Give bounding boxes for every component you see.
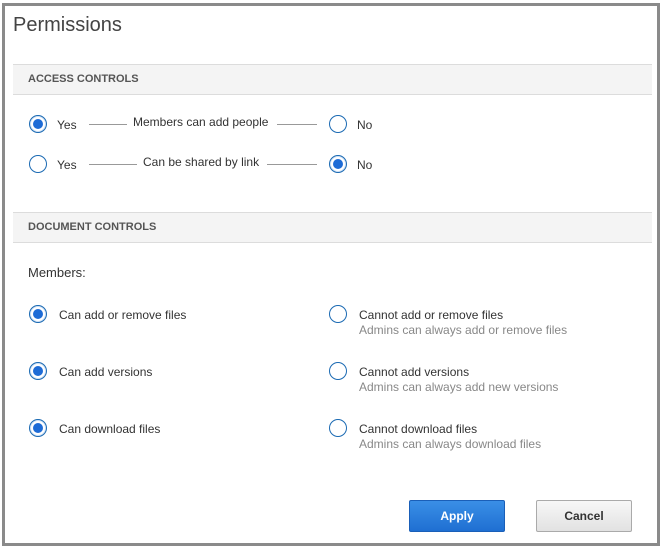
shared-by-link-yes-radio[interactable] xyxy=(29,155,47,173)
add-remove-files-allow-radio[interactable] xyxy=(29,305,47,323)
download-files-deny-label: Cannot download files xyxy=(359,422,478,436)
members-add-people-yes-label: Yes xyxy=(57,118,77,132)
download-files-allow-label: Can download files xyxy=(59,422,161,436)
add-versions-deny-label: Cannot add versions xyxy=(359,365,470,379)
add-remove-files-deny-label: Cannot add or remove files xyxy=(359,308,504,322)
add-versions-allow-radio[interactable] xyxy=(29,362,47,380)
cancel-button[interactable]: Cancel xyxy=(536,500,632,532)
permissions-dialog: Permissions ACCESS CONTROLS Yes Members … xyxy=(2,3,660,546)
members-add-people-no-radio[interactable] xyxy=(329,115,347,133)
download-files-deny-radio[interactable] xyxy=(329,419,347,437)
members-add-people-no-label: No xyxy=(357,118,373,132)
divider-line xyxy=(89,124,127,125)
add-remove-files-deny-note: Admins can always add or remove files xyxy=(359,323,568,337)
dialog-title: Permissions xyxy=(13,14,122,36)
members-add-people-label: Members can add people xyxy=(133,115,269,129)
add-versions-allow-label: Can add versions xyxy=(59,365,153,379)
members-add-people-yes-radio[interactable] xyxy=(29,115,47,133)
divider-line xyxy=(277,124,317,125)
add-remove-files-deny-radio[interactable] xyxy=(329,305,347,323)
divider-line xyxy=(267,164,317,165)
access-controls-title: ACCESS CONTROLS xyxy=(28,73,139,85)
apply-button[interactable]: Apply xyxy=(409,500,505,532)
document-controls-title: DOCUMENT CONTROLS xyxy=(28,221,157,233)
document-controls-header: DOCUMENT CONTROLS xyxy=(13,212,652,243)
shared-by-link-label: Can be shared by link xyxy=(143,155,260,169)
add-versions-deny-note: Admins can always add new versions xyxy=(359,380,559,394)
shared-by-link-no-label: No xyxy=(357,158,373,172)
shared-by-link-yes-label: Yes xyxy=(57,158,77,172)
download-files-allow-radio[interactable] xyxy=(29,419,47,437)
members-label: Members: xyxy=(28,265,86,280)
divider-line xyxy=(89,164,137,165)
add-versions-deny-radio[interactable] xyxy=(329,362,347,380)
shared-by-link-no-radio[interactable] xyxy=(329,155,347,173)
access-controls-header: ACCESS CONTROLS xyxy=(13,64,652,95)
download-files-deny-note: Admins can always download files xyxy=(359,437,542,451)
add-remove-files-allow-label: Can add or remove files xyxy=(59,308,187,322)
